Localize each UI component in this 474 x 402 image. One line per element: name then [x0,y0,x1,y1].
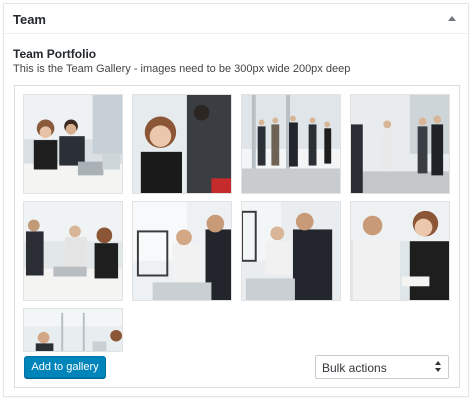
metabox-title: Team [13,12,46,27]
metabox-header[interactable]: Team [4,4,468,34]
bulk-actions-select[interactable]: Bulk actions [315,355,449,379]
select-arrows-icon [435,361,443,373]
gallery-image-6[interactable] [132,201,232,301]
team-metabox: Team Team Portfolio This is the Team Gal… [3,3,469,397]
triangle-up-icon[interactable] [448,16,456,21]
gallery-image-9[interactable] [23,308,123,352]
gallery-image-5[interactable] [23,201,123,301]
gallery-image-7[interactable] [241,201,341,301]
image-gallery: Add to gallery Bulk actions [14,85,460,388]
gallery-image-1[interactable] [23,94,123,194]
gallery-image-3[interactable] [241,94,341,194]
add-to-gallery-button[interactable]: Add to gallery [24,356,106,378]
gallery-image-4[interactable] [350,94,450,194]
section-title: Team Portfolio [13,47,97,61]
gallery-image-2[interactable] [132,94,232,194]
section-description: This is the Team Gallery - images need t… [13,63,351,75]
bulk-actions-label: Bulk actions [322,361,387,375]
gallery-image-8[interactable] [350,201,450,301]
